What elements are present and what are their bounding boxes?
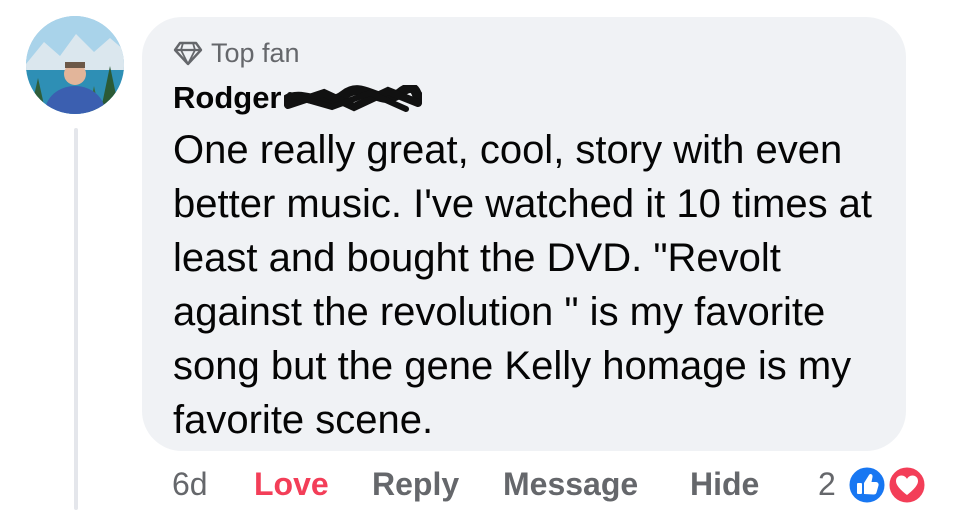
reactions-summary[interactable]: [846, 464, 932, 506]
avatar[interactable]: [26, 16, 124, 114]
thread-line: [74, 128, 78, 510]
hide-button[interactable]: Hide: [690, 466, 759, 503]
message-button[interactable]: Message: [503, 466, 638, 503]
author-first-name[interactable]: Rodger: [173, 80, 282, 116]
badge-label: Top fan: [211, 37, 300, 68]
love-button[interactable]: Love: [254, 466, 329, 503]
reaction-count[interactable]: 2: [818, 466, 836, 503]
author-name[interactable]: Rodger: [173, 80, 425, 116]
comment-actions: 6d Love Reply Message Hide 2: [0, 462, 960, 506]
diamond-icon: [173, 41, 203, 66]
comment-bubble: Top fan Rodger One really great, cool, s…: [142, 17, 906, 451]
like-icon: [846, 464, 888, 506]
timestamp[interactable]: 6d: [172, 466, 208, 503]
love-icon: [886, 464, 928, 506]
redaction-scribble: [280, 83, 425, 115]
top-fan-badge[interactable]: Top fan: [173, 37, 300, 69]
reply-button[interactable]: Reply: [372, 466, 459, 503]
comment-text: One really great, cool, story with even …: [173, 128, 873, 442]
